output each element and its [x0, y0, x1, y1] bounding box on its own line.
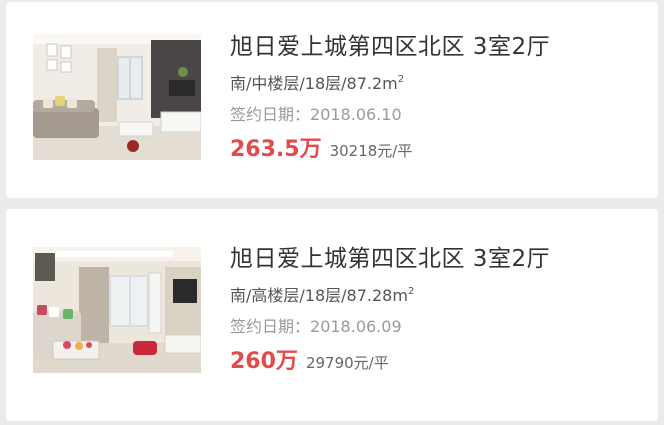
sign-date-row: 签约日期：2018.06.10 — [230, 104, 550, 126]
listing-info: 旭日爱上城第四区北区 3室2厅 南/中楼层/18层/87.2m2 签约日期：20… — [230, 31, 550, 165]
total-price: 263.5万 — [230, 137, 322, 162]
attributes-text: 南/中楼层/18层/87.2 — [230, 74, 383, 93]
area-unit: m — [382, 74, 398, 93]
area-unit-sup: 2 — [397, 74, 405, 85]
area-unit: m — [392, 286, 408, 305]
area-unit-sup: 2 — [407, 286, 415, 297]
sign-date-row: 签约日期：2018.06.09 — [230, 316, 550, 338]
price-row: 263.5万 30218元/平 — [230, 136, 550, 165]
sign-date: 2018.06.10 — [310, 105, 402, 124]
listing-thumbnail[interactable] — [33, 247, 201, 373]
attributes-text: 南/高楼层/18层/87.28 — [230, 286, 393, 305]
unit-price: 29790元/平 — [305, 354, 389, 372]
sign-date-label: 签约日期： — [230, 317, 311, 336]
living-room-photo — [33, 34, 201, 160]
total-price: 260万 — [230, 349, 298, 374]
listing-title[interactable]: 旭日爱上城第四区北区 3室2厅 — [230, 31, 550, 63]
listing-thumbnail[interactable] — [33, 34, 201, 160]
listing-card[interactable]: 旭日爱上城第四区北区 3室2厅 南/中楼层/18层/87.2m2 签约日期：20… — [6, 2, 658, 198]
listing-info: 旭日爱上城第四区北区 3室2厅 南/高楼层/18层/87.28m2 签约日期：2… — [230, 243, 550, 377]
listing-card[interactable]: 旭日爱上城第四区北区 3室2厅 南/高楼层/18层/87.28m2 签约日期：2… — [6, 209, 658, 421]
listing-title[interactable]: 旭日爱上城第四区北区 3室2厅 — [230, 243, 550, 275]
living-room-photo — [33, 247, 201, 373]
unit-price: 30218元/平 — [329, 142, 413, 160]
listing-attributes: 南/中楼层/18层/87.2m2 — [230, 69, 550, 95]
listing-attributes: 南/高楼层/18层/87.28m2 — [230, 281, 550, 307]
price-row: 260万 29790元/平 — [230, 348, 550, 377]
sign-date: 2018.06.09 — [310, 317, 402, 336]
sign-date-label: 签约日期： — [230, 105, 311, 124]
